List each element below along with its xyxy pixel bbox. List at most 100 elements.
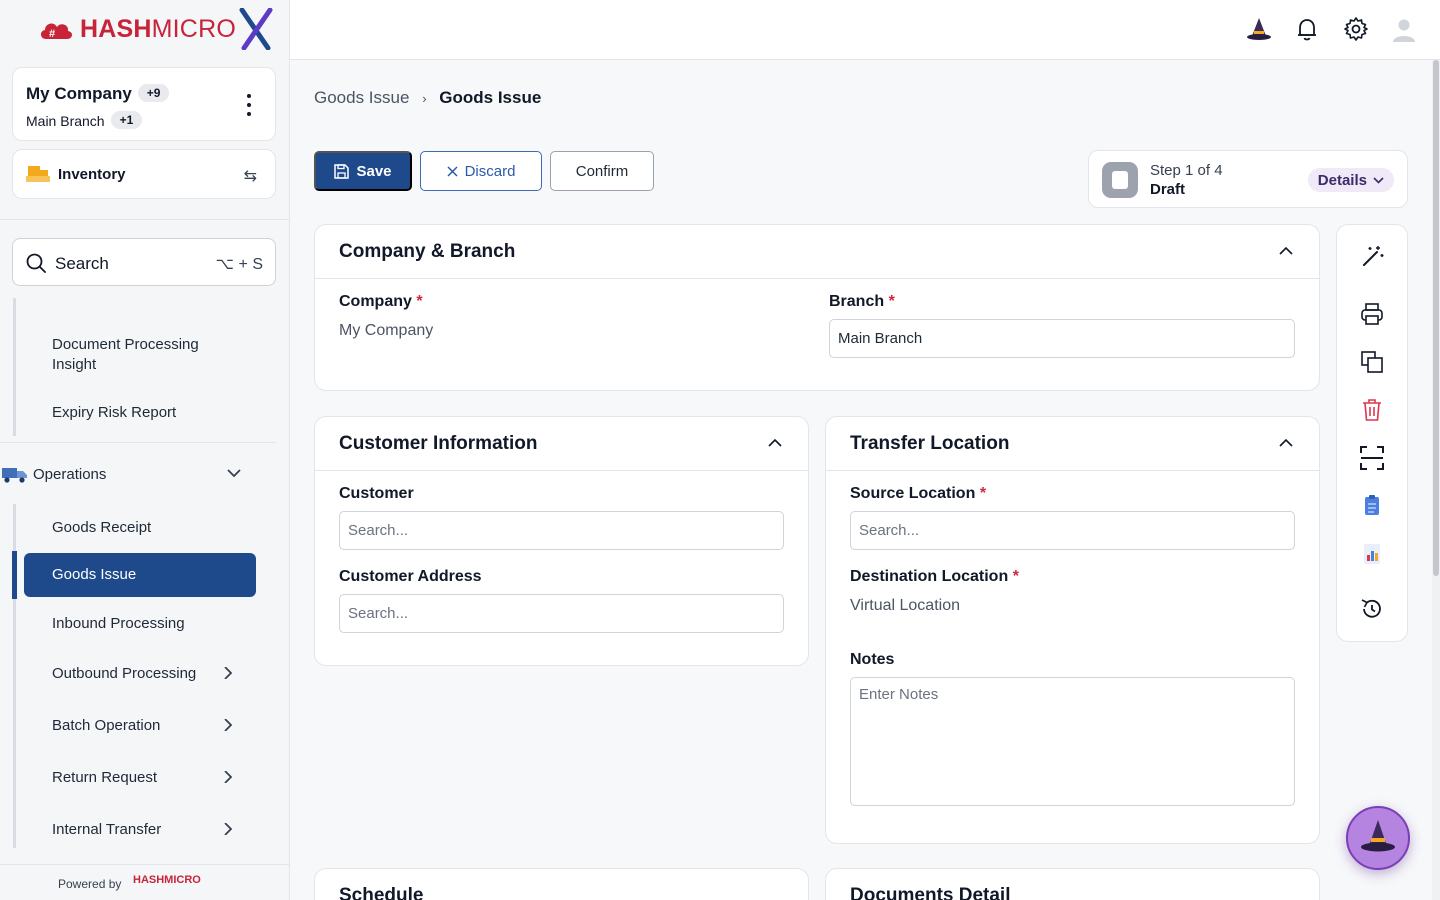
sidebar-item-return-request[interactable]: Return Request (52, 769, 157, 786)
duplicate-icon[interactable] (1359, 349, 1385, 375)
sidebar-item-document-processing-insight[interactable]: Document Processing Insight (52, 335, 222, 375)
sidebar-section-operations[interactable]: Operations (0, 442, 276, 504)
confirm-label: Confirm (575, 162, 629, 180)
save-label: Save (356, 162, 392, 180)
breadcrumb-current: Goods Issue (439, 88, 542, 107)
branch-field-label: Branch * (829, 293, 895, 310)
company-name: My Company +9 (26, 84, 170, 104)
magic-wand-icon[interactable] (1359, 244, 1385, 270)
notes-textarea[interactable]: Enter Notes (850, 677, 1295, 806)
nav-rail (13, 298, 16, 436)
swap-icon[interactable]: ⇆ (244, 166, 257, 186)
wizard-hat-icon[interactable] (1246, 16, 1272, 42)
chevron-down-icon (227, 469, 241, 478)
document-status-icon (1102, 162, 1138, 198)
close-icon (447, 165, 458, 177)
source-location-input[interactable]: Search... (850, 511, 1295, 550)
source-location-label: Source Location * (850, 485, 987, 502)
chevron-down-icon (1373, 176, 1384, 184)
svg-text:#: # (49, 28, 55, 40)
assistant-fab[interactable] (1346, 806, 1410, 870)
sidebar-item-goods-receipt[interactable]: Goods Receipt (52, 519, 151, 536)
details-button[interactable]: Details (1307, 168, 1394, 192)
report-chart-icon[interactable] (1359, 541, 1385, 567)
section-label: Operations (33, 466, 107, 483)
transfer-location-panel: Transfer Location Source Location * Sear… (825, 416, 1320, 844)
customer-field-label: Customer (339, 485, 414, 502)
customer-address-input[interactable]: Search... (339, 594, 784, 633)
powered-by-footer: Powered by HASHMICRO (0, 864, 289, 900)
sidebar-divider (0, 219, 289, 220)
clipboard-icon[interactable] (1359, 493, 1385, 519)
panel-header[interactable]: Transfer Location (826, 417, 1319, 471)
active-indicator (12, 551, 17, 599)
powered-by-text: Powered by (58, 877, 122, 891)
bell-icon[interactable] (1294, 16, 1320, 42)
gear-icon[interactable] (1343, 16, 1369, 42)
customer-info-panel: Customer Information Customer Search... … (314, 416, 809, 666)
search-shortcut: ⌥ + S (215, 256, 263, 273)
search-icon (26, 253, 46, 273)
chevron-right-icon (224, 719, 233, 731)
inventory-icon (26, 166, 50, 182)
kebab-menu-icon[interactable] (247, 94, 251, 116)
scrollbar-thumb[interactable] (1433, 60, 1439, 576)
printer-icon[interactable] (1359, 301, 1385, 327)
sidebar-item-outbound-processing[interactable]: Outbound Processing (52, 665, 196, 682)
chevron-up-icon[interactable] (768, 439, 782, 447)
search-label: Search (55, 254, 109, 273)
sidebar-item-internal-transfer[interactable]: Internal Transfer (52, 821, 161, 838)
logo-x-icon (239, 8, 273, 50)
save-button[interactable]: Save (314, 151, 412, 191)
discard-button[interactable]: Discard (420, 151, 542, 191)
schedule-panel: Schedule (314, 868, 809, 900)
breadcrumb-separator-icon: › (422, 91, 427, 106)
company-switcher[interactable]: My Company +9 Main Branch +1 (12, 67, 276, 141)
discard-label: Discard (464, 162, 516, 180)
step-count: Step 1 of 4 (1150, 162, 1223, 179)
sidebar-item-label: Goods Issue (52, 566, 137, 583)
sidebar-item-goods-issue[interactable]: Goods Issue (24, 553, 256, 597)
panel-header[interactable]: Company & Branch (315, 225, 1319, 279)
panel-header[interactable]: Customer Information (315, 417, 808, 471)
action-rail (1336, 224, 1408, 642)
breadcrumb: Goods Issue › Goods Issue (314, 88, 541, 108)
history-icon[interactable] (1359, 596, 1385, 622)
chevron-up-icon[interactable] (1279, 439, 1293, 447)
logo-text: HASHMICRO (80, 14, 236, 43)
wizard-hat-icon (1361, 820, 1395, 852)
sidebar: # HASHMICRO My Company +9 Main Branch +1 I… (0, 0, 290, 900)
step-status: Draft (1150, 181, 1186, 198)
company-field-label: Company * (339, 293, 423, 310)
confirm-button[interactable]: Confirm (550, 151, 654, 191)
customer-input[interactable]: Search... (339, 511, 784, 550)
top-bar (290, 0, 1440, 60)
hashmicro-logo[interactable]: # HASHMICRO (38, 8, 274, 50)
sidebar-search[interactable]: Search ⌥ + S (12, 238, 276, 286)
destination-location-value: Virtual Location (850, 597, 960, 614)
sidebar-item-batch-operation[interactable]: Batch Operation (52, 717, 160, 734)
panel-title: Customer Information (339, 433, 538, 454)
truck-icon (2, 468, 27, 483)
customer-address-label: Customer Address (339, 568, 482, 585)
module-switcher[interactable]: Inventory ⇆ (12, 149, 276, 199)
avatar-icon[interactable] (1391, 16, 1417, 42)
scan-icon[interactable] (1359, 445, 1385, 471)
breadcrumb-parent[interactable]: Goods Issue (314, 88, 409, 107)
panel-title: Documents Detail (850, 885, 1011, 900)
chevron-right-icon (224, 823, 233, 835)
company-value: My Company (339, 322, 434, 339)
sidebar-item-expiry-risk-report[interactable]: Expiry Risk Report (52, 404, 176, 421)
chevron-right-icon (224, 667, 233, 679)
panel-title: Schedule (339, 885, 424, 900)
sidebar-item-inbound-processing[interactable]: Inbound Processing (52, 615, 185, 632)
notes-label: Notes (850, 651, 895, 668)
chevron-right-icon (224, 771, 233, 783)
module-label: Inventory (58, 166, 126, 183)
main-scrollbar[interactable] (1432, 60, 1440, 900)
company-count-badge: +9 (137, 84, 170, 102)
chevron-up-icon[interactable] (1279, 247, 1293, 255)
documents-detail-panel: Documents Detail (825, 868, 1320, 900)
branch-input[interactable]: Main Branch (829, 319, 1295, 358)
trash-icon[interactable] (1359, 397, 1385, 423)
